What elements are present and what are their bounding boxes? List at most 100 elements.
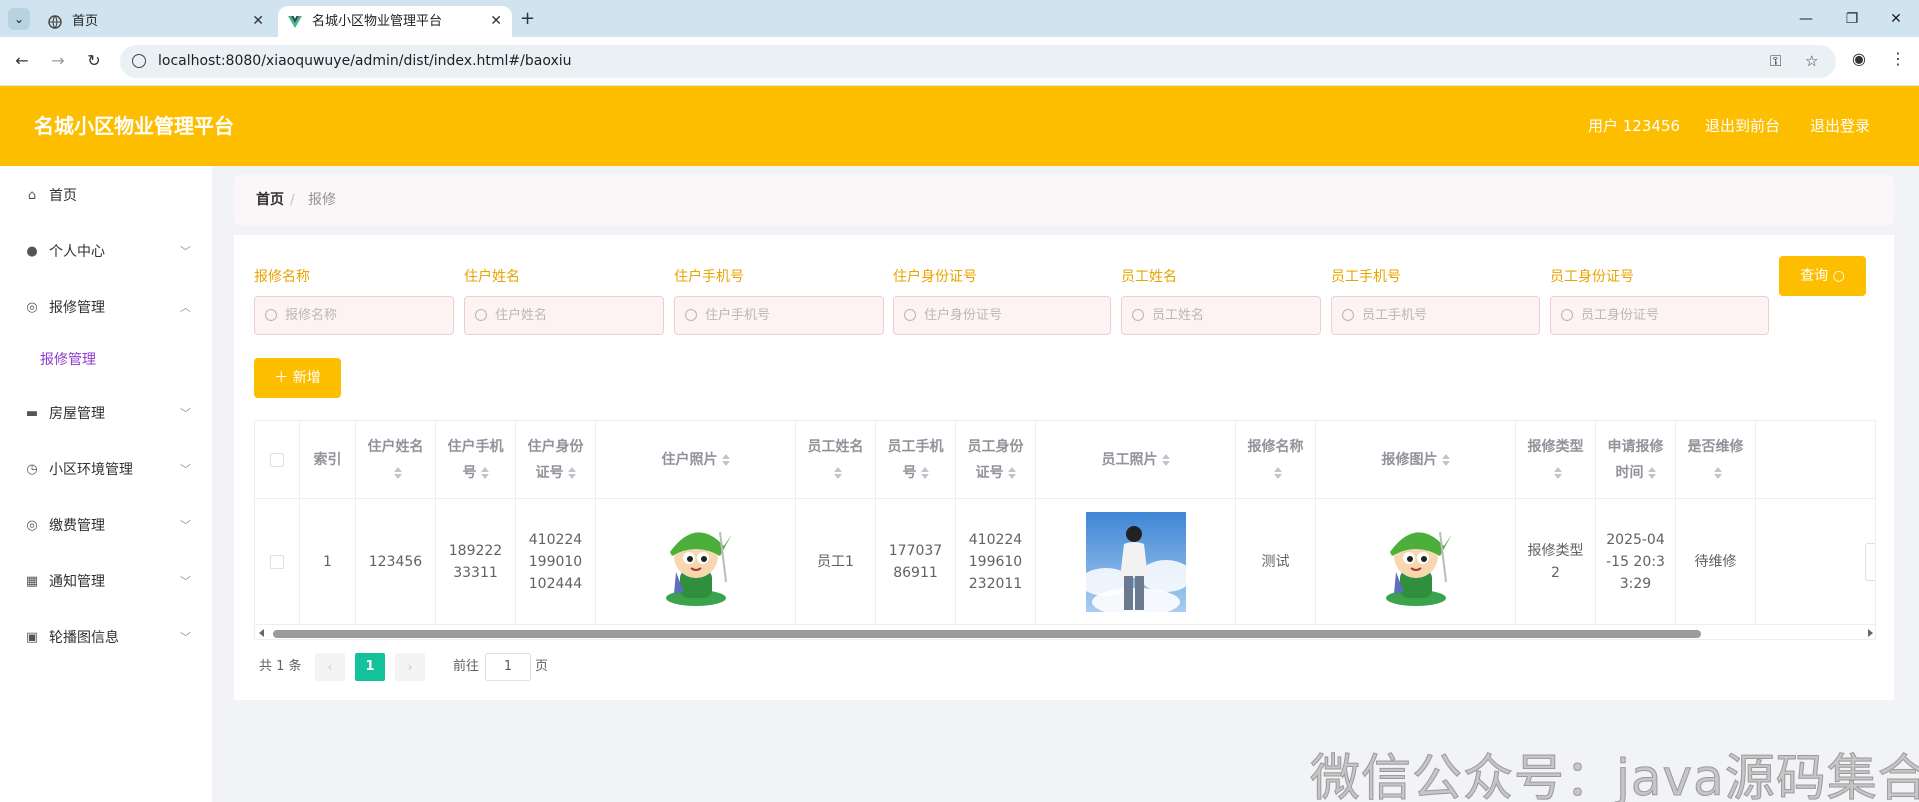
search-icon bbox=[265, 309, 277, 321]
column-header[interactable]: 住户姓名 bbox=[356, 421, 436, 498]
restore-icon[interactable]: ❐ bbox=[1829, 6, 1875, 32]
browser-toolbar: ← → ↻ localhost:8080/xiaoquwuye/admin/di… bbox=[0, 37, 1919, 86]
column-header[interactable]: 员工手机号 bbox=[876, 421, 956, 498]
sort-icon[interactable] bbox=[393, 466, 402, 479]
search-label-staff-name: 员工姓名 bbox=[1121, 269, 1177, 285]
sort-icon[interactable] bbox=[1007, 466, 1016, 479]
logout-link[interactable]: 退出登录 bbox=[1810, 86, 1870, 166]
column-header[interactable]: 报修名称 bbox=[1236, 421, 1316, 498]
sort-icon[interactable] bbox=[721, 453, 730, 466]
sort-icon[interactable] bbox=[1713, 466, 1722, 479]
search-field[interactable] bbox=[705, 297, 877, 334]
sidebar-subitem-repair[interactable]: 报修管理 bbox=[0, 340, 212, 380]
profile-icon[interactable]: ◉ bbox=[1852, 49, 1866, 68]
scroll-right-icon[interactable] bbox=[1868, 629, 1873, 637]
sidebar-item-environment[interactable]: ◷ 小区环境管理 ﹀ bbox=[0, 448, 212, 492]
back-icon[interactable]: ← bbox=[10, 49, 34, 73]
sidebar-item-repair[interactable]: ◎ 报修管理 ︿ bbox=[0, 286, 212, 330]
sidebar-item-house[interactable]: ▬ 房屋管理 ﹀ bbox=[0, 392, 212, 436]
cell-text: 报修类型2 bbox=[1527, 542, 1584, 581]
forward-icon[interactable]: → bbox=[46, 49, 70, 73]
search-input-resident-name[interactable] bbox=[464, 296, 664, 335]
repair-image[interactable] bbox=[1366, 512, 1466, 612]
column-header[interactable]: 住户照片 bbox=[596, 421, 796, 498]
briefcase-icon: ▬ bbox=[25, 406, 39, 421]
sidebar-item-notice[interactable]: ▦ 通知管理 ﹀ bbox=[0, 560, 212, 604]
sort-icon[interactable] bbox=[567, 466, 576, 479]
prev-page-button[interactable]: ‹ bbox=[315, 653, 345, 681]
sort-icon[interactable] bbox=[1273, 466, 1282, 479]
checkbox[interactable] bbox=[270, 452, 284, 467]
search-field[interactable] bbox=[1581, 297, 1762, 334]
sort-icon[interactable] bbox=[1647, 466, 1656, 479]
action-button-edge[interactable] bbox=[1865, 543, 1875, 581]
staff-photo-image[interactable] bbox=[1085, 511, 1186, 612]
search-input-resident-phone[interactable] bbox=[674, 296, 884, 335]
site-info-icon[interactable] bbox=[132, 54, 146, 68]
url-text[interactable]: localhost:8080/xiaoquwuye/admin/dist/ind… bbox=[158, 45, 572, 78]
camera-icon: ▣ bbox=[25, 630, 39, 645]
browser-tab-active[interactable]: 名城小区物业管理平台 ✕ bbox=[278, 6, 512, 37]
tab-search-button[interactable]: ⌄ bbox=[8, 8, 30, 30]
next-page-button[interactable]: › bbox=[395, 653, 425, 681]
sort-icon[interactable] bbox=[480, 466, 489, 479]
column-header[interactable]: 住户手机号 bbox=[436, 421, 516, 498]
search-input-resident-id[interactable] bbox=[893, 296, 1111, 335]
column-header[interactable]: 报修类型 bbox=[1516, 421, 1596, 498]
column-header[interactable]: 是否维修 bbox=[1676, 421, 1756, 498]
column-header[interactable]: 住户身份证号 bbox=[516, 421, 596, 498]
minimize-icon[interactable]: — bbox=[1783, 6, 1829, 32]
tool-icon: ◎ bbox=[26, 300, 38, 315]
cell-repair-type: 报修类型2 bbox=[1516, 499, 1596, 624]
new-tab-icon[interactable]: + bbox=[520, 6, 535, 32]
search-input-staff-id[interactable] bbox=[1550, 296, 1769, 335]
sort-icon[interactable] bbox=[1553, 466, 1562, 479]
sort-icon[interactable] bbox=[833, 466, 842, 479]
table-header-row: 索引 住户姓名 住户手机号 住户身份证号 住户照片 员工姓名 员工手机号 员工身… bbox=[255, 421, 1875, 499]
breadcrumb-home[interactable]: 首页 bbox=[256, 175, 284, 225]
sidebar-item-profile[interactable]: ● 个人中心 ﹀ bbox=[0, 230, 212, 274]
sort-icon[interactable] bbox=[920, 466, 929, 479]
column-header[interactable]: 报修图片 bbox=[1316, 421, 1516, 498]
search-field[interactable] bbox=[1152, 297, 1314, 334]
sort-icon[interactable] bbox=[1161, 453, 1170, 466]
search-field[interactable] bbox=[924, 297, 1104, 334]
column-header[interactable]: 员工照片 bbox=[1036, 421, 1236, 498]
address-bar[interactable]: localhost:8080/xiaoquwuye/admin/dist/ind… bbox=[120, 45, 1836, 78]
bookmark-star-icon[interactable]: ☆ bbox=[1805, 52, 1818, 70]
search-input-staff-phone[interactable] bbox=[1331, 296, 1540, 335]
more-menu-icon[interactable]: ⋮ bbox=[1890, 49, 1906, 68]
to-front-link[interactable]: 退出到前台 bbox=[1705, 86, 1780, 166]
header-select-all[interactable] bbox=[255, 421, 300, 498]
scroll-left-icon[interactable] bbox=[259, 629, 264, 637]
resident-avatar-image[interactable] bbox=[646, 512, 746, 612]
search-field[interactable] bbox=[495, 297, 657, 334]
checkbox[interactable] bbox=[270, 554, 284, 569]
cell-text: 测试 bbox=[1261, 553, 1290, 570]
search-field[interactable] bbox=[1362, 297, 1533, 334]
user-label: 用户 123456 bbox=[1588, 117, 1681, 135]
close-icon[interactable]: ✕ bbox=[490, 6, 502, 37]
sidebar-item-home[interactable]: ⌂ 首页 bbox=[0, 174, 212, 218]
sidebar-item-carousel[interactable]: ▣ 轮播图信息 ﹀ bbox=[0, 616, 212, 660]
horizontal-scrollbar[interactable] bbox=[255, 625, 1875, 639]
goto-page-input[interactable]: 1 bbox=[485, 653, 531, 681]
scrollbar-thumb[interactable] bbox=[273, 630, 1701, 638]
search-input-repair-name[interactable] bbox=[254, 296, 454, 335]
page-number-current[interactable]: 1 bbox=[355, 653, 385, 681]
row-select[interactable] bbox=[255, 499, 300, 624]
sidebar-item-payment[interactable]: ◎ 缴费管理 ﹀ bbox=[0, 504, 212, 548]
key-icon[interactable]: ⚿ bbox=[1770, 52, 1781, 70]
query-button[interactable]: 查询 ○ bbox=[1779, 256, 1866, 296]
search-input-staff-name[interactable] bbox=[1121, 296, 1321, 335]
column-header[interactable]: 员工身份证号 bbox=[956, 421, 1036, 498]
window-close-icon[interactable]: ✕ bbox=[1873, 6, 1919, 32]
reload-icon[interactable]: ↻ bbox=[82, 49, 106, 73]
browser-tab-home[interactable]: 首页 ✕ bbox=[38, 6, 274, 37]
sort-icon[interactable] bbox=[1441, 453, 1450, 466]
search-field[interactable] bbox=[285, 297, 447, 334]
column-header[interactable]: 申请报修时间 bbox=[1596, 421, 1676, 498]
close-icon[interactable]: ✕ bbox=[252, 6, 264, 37]
column-header[interactable]: 员工姓名 bbox=[796, 421, 876, 498]
add-button[interactable]: ＋ 新增 bbox=[254, 358, 341, 398]
